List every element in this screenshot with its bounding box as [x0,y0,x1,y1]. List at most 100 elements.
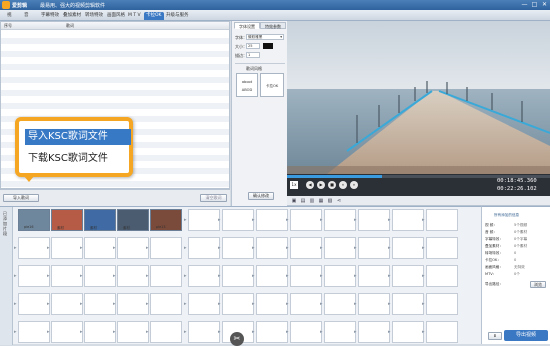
play-icon[interactable]: ▶ [317,181,325,189]
timeline-empty-slot[interactable]: ▸ [252,237,288,259]
timeline-empty-slot[interactable]: ▸ [286,321,322,343]
timeline-empty-slot[interactable]: ▸ [286,265,322,287]
timeline-side-tab[interactable]: 已添加片段 [0,207,13,345]
timeline-empty-slot[interactable]: ▸ [422,321,458,343]
timeline-empty-slot[interactable]: ▸ [252,209,288,231]
speed-indicator[interactable]: 1x [290,181,298,189]
timeline-empty-slot[interactable]: ▸ [252,293,288,315]
layers-icon[interactable]: ▧ [327,198,333,204]
browse-button[interactable]: 浏览 [530,281,546,288]
timeline-empty-slot[interactable]: ▸ [286,209,322,231]
stop-icon[interactable]: ■ [328,181,336,189]
timeline-empty-slot[interactable]: ▸ [320,321,356,343]
tab-subtitle-effects[interactable]: 字幕特效 [39,12,61,20]
rewind-icon[interactable]: « [339,181,347,189]
timeline-empty-slot[interactable]: ▸ [80,321,116,343]
fast-forward-icon[interactable]: » [350,181,358,189]
apply-changes-button[interactable]: 确认修改 [248,192,274,200]
timeline-empty-slot[interactable]: ▸ [218,237,254,259]
import-ksc-option[interactable]: 导入KSC歌词文件 [25,129,131,145]
lyrics-row[interactable] [1,96,229,102]
timeline-empty-slot[interactable]: ▸ [146,293,182,315]
timeline-empty-slot[interactable]: ▸ [354,293,390,315]
lyrics-row[interactable] [1,57,229,63]
timeline-empty-slot[interactable]: ▸ [218,293,254,315]
tab-upgrade[interactable]: 升级与服务 [164,12,191,20]
lyrics-row[interactable] [1,83,229,89]
timeline-empty-slot[interactable]: ▸ [184,237,220,259]
timeline-empty-slot[interactable]: ▸ [184,321,220,343]
timeline-empty-slot[interactable]: ▸ [47,293,83,315]
timeline-empty-slot[interactable]: ▸ [47,265,83,287]
timeline-empty-slot[interactable]: ▸ [388,265,424,287]
timeline-empty-slot[interactable]: ▸ [113,237,149,259]
timeline-clip-thumb[interactable] [150,209,182,231]
lyrics-row[interactable] [1,109,229,115]
timeline-empty-slot[interactable]: ▸ [354,321,390,343]
lyrics-row[interactable] [1,63,229,70]
prev-frame-icon[interactable]: ◀ [306,181,314,189]
timeline-empty-slot[interactable]: ▸ [422,209,458,231]
timeline-empty-slot[interactable]: ▸ [146,237,182,259]
timeline-clip-thumb[interactable] [117,209,149,231]
lyrics-row[interactable] [1,31,229,37]
close-button[interactable]: ✕ [540,1,549,9]
lyrics-row[interactable] [1,180,229,187]
import-lyrics-button[interactable]: 导入歌词 [3,194,39,202]
timeline-empty-slot[interactable]: ▸ [113,321,149,343]
timeline-empty-slot[interactable]: ▸ [422,265,458,287]
timeline-empty-slot[interactable]: ▸ [14,321,50,343]
timeline-empty-slot[interactable]: ▸ [184,209,220,231]
edit-icon[interactable]: ▥ [309,198,315,204]
lyrics-row[interactable] [1,76,229,83]
save-icon[interactable]: ▣ [291,198,297,204]
timeline-empty-slot[interactable]: ▸ [354,265,390,287]
tab-karaoke[interactable]: 卡拉OK [144,12,164,20]
timeline-empty-slot[interactable]: ▸ [14,293,50,315]
tab-font-settings[interactable]: 字体设置 [234,22,260,29]
folder-icon[interactable]: ▤ [300,198,306,204]
style-sample-2[interactable]: 卡拉OK [260,73,284,97]
timeline-empty-slot[interactable]: ▸ [184,265,220,287]
stroke-select[interactable]: 1 [246,52,260,58]
timeline-empty-slot[interactable]: ▸ [47,321,83,343]
timeline-empty-slot[interactable]: ▸ [252,265,288,287]
color-swatch[interactable] [263,43,273,49]
timeline-empty-slot[interactable]: ▸ [354,209,390,231]
lyrics-row[interactable] [1,37,229,44]
timeline-empty-slot[interactable]: ▸ [354,237,390,259]
size-select[interactable]: 25 [246,43,260,49]
timeline-empty-slot[interactable]: ▸ [146,265,182,287]
timeline-empty-slot[interactable]: ▸ [320,237,356,259]
timeline-empty-slot[interactable]: ▸ [218,209,254,231]
clear-lyrics-button[interactable]: 清空歌词 [200,194,227,202]
timeline-empty-slot[interactable]: ▸ [218,265,254,287]
tab-video[interactable]: 视 [5,12,14,20]
tab-mtv[interactable]: M T V [126,12,143,20]
timeline-empty-slot[interactable]: ▸ [113,265,149,287]
tab-effect-params[interactable]: 特效参数 [260,22,286,29]
minimize-button[interactable]: — [520,1,529,9]
tab-overlay[interactable]: 叠加素材 [61,12,83,20]
timeline-empty-slot[interactable]: ▸ [113,293,149,315]
lyrics-row[interactable] [1,89,229,96]
lyrics-row[interactable] [1,70,229,76]
lyrics-row[interactable] [1,102,229,109]
maximize-button[interactable]: □ [530,1,539,9]
timeline-empty-slot[interactable]: ▸ [14,237,50,259]
tab-audio[interactable]: 音 [22,12,31,20]
timeline-empty-slot[interactable]: ▸ [320,293,356,315]
tab-transitions[interactable]: 转场特效 [83,12,105,20]
timeline-empty-slot[interactable]: ▸ [286,237,322,259]
lyrics-row[interactable] [1,50,229,57]
timeline-empty-slot[interactable]: ▸ [422,293,458,315]
timeline-empty-slot[interactable]: ▸ [422,237,458,259]
export-icon-button[interactable]: ⬇ [488,332,502,340]
video-preview[interactable] [287,21,550,174]
timeline-empty-slot[interactable]: ▸ [388,237,424,259]
timeline-clip-thumb[interactable] [84,209,116,231]
timeline-empty-slot[interactable]: ▸ [14,265,50,287]
font-select[interactable]: 微软雅黑 ▾ [246,34,284,40]
timeline-empty-slot[interactable]: ▸ [388,293,424,315]
timeline-clip-thumb[interactable] [51,209,83,231]
